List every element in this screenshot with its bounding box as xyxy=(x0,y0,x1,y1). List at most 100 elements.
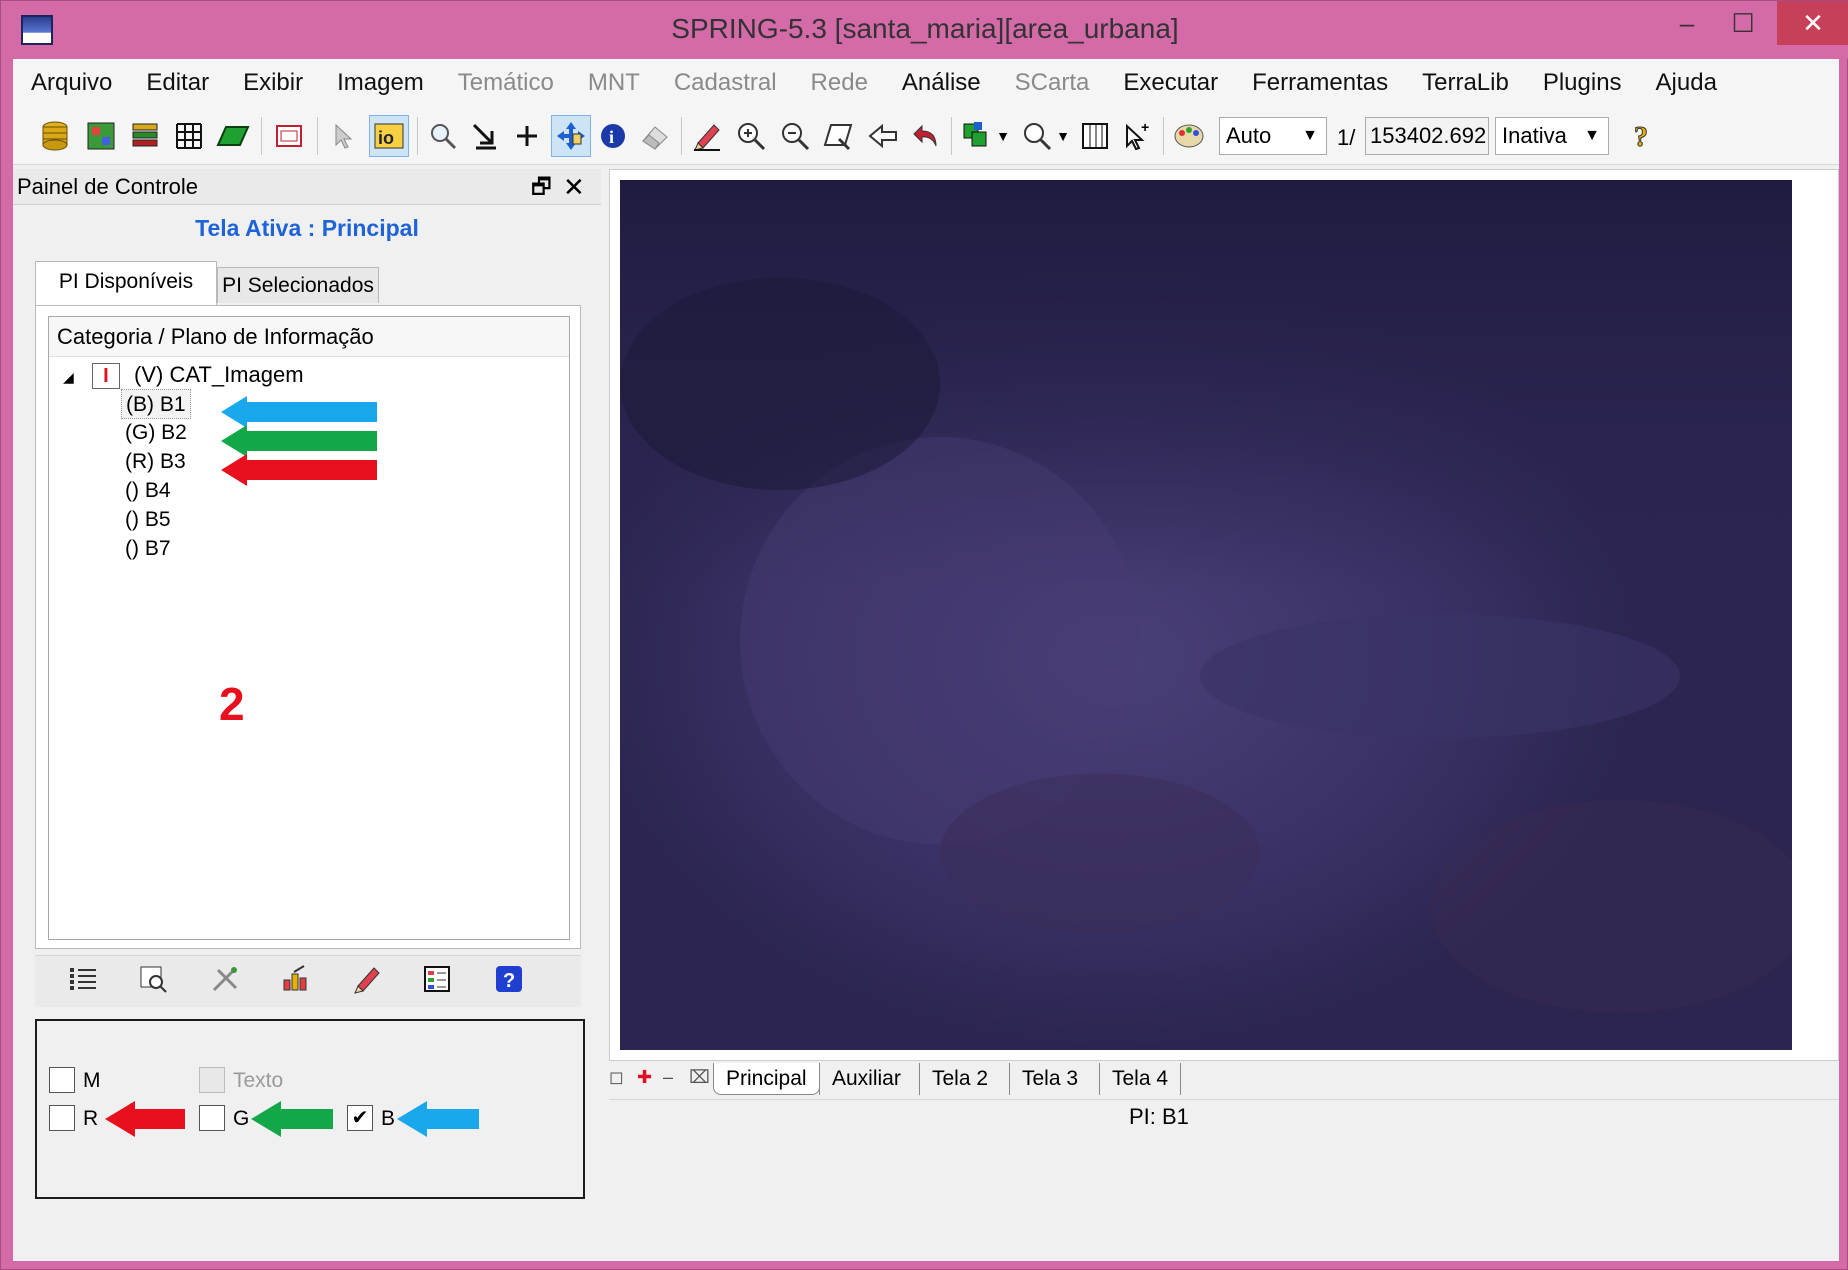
scale-input[interactable]: 153402.692 xyxy=(1365,117,1489,155)
title-bar[interactable]: SPRING-5.3 [santa_maria][area_urbana] – … xyxy=(1,1,1848,59)
state-value: Inativa xyxy=(1502,123,1567,148)
tile-dropdown-icon[interactable]: ▼ xyxy=(993,115,1013,157)
menu-mnt[interactable]: MNT xyxy=(570,69,656,97)
help-icon[interactable]: ? xyxy=(1623,115,1663,157)
add-screen-icon[interactable]: ✚ xyxy=(637,1067,652,1088)
tree-item-b1[interactable]: (B) B1 xyxy=(121,389,191,419)
menu-exibir[interactable]: Exibir xyxy=(225,69,319,97)
checkbox-b[interactable]: ✔ xyxy=(347,1105,373,1131)
legend-icon[interactable] xyxy=(419,964,455,1000)
tree-item-b7[interactable]: () B7 xyxy=(121,534,175,564)
menu-arquivo[interactable]: Arquivo xyxy=(13,69,128,97)
checkbox-texto[interactable] xyxy=(199,1067,225,1093)
menu-scarta[interactable]: SCarta xyxy=(997,69,1106,97)
image-catalog-icon[interactable] xyxy=(81,115,121,157)
plus-icon[interactable] xyxy=(507,115,547,157)
annotation-arrow-green xyxy=(251,1101,333,1137)
main-toolbar: io i ▼ ▼ + Auto ▼ 1/ 153402.692 Inativa … xyxy=(13,107,1839,165)
color-channel-box: M Texto R G ✔ B xyxy=(35,1019,585,1199)
tile-icon[interactable] xyxy=(957,115,997,157)
menu-rede[interactable]: Rede xyxy=(793,69,884,97)
bar-chart-icon[interactable] xyxy=(277,964,313,1000)
status-text: PI: B1 xyxy=(1129,1104,1189,1129)
cursor-icon[interactable] xyxy=(323,115,363,157)
tree-item-b4[interactable]: () B4 xyxy=(121,476,175,506)
checkbox-r[interactable] xyxy=(49,1105,75,1131)
pencil-icon[interactable] xyxy=(687,115,727,157)
undo-icon[interactable] xyxy=(905,115,945,157)
satellite-image[interactable] xyxy=(620,180,1792,1050)
zoom-in-icon[interactable] xyxy=(731,115,771,157)
tab-tela-2[interactable]: Tela 2 xyxy=(919,1063,1000,1095)
map-display[interactable] xyxy=(609,169,1839,1061)
menu-ajuda[interactable]: Ajuda xyxy=(1638,69,1733,97)
tab-auxiliar[interactable]: Auxiliar xyxy=(819,1063,913,1095)
search-icon[interactable] xyxy=(423,115,463,157)
menu-executar[interactable]: Executar xyxy=(1105,69,1234,97)
menu-analise[interactable]: Análise xyxy=(884,69,997,97)
pan-icon[interactable] xyxy=(551,115,591,157)
tab-principal[interactable]: Principal xyxy=(713,1063,820,1095)
panel-header: Painel de Controle 🗗 ✕ xyxy=(13,169,601,205)
expand-triangle-icon[interactable]: ◢ xyxy=(63,369,74,385)
palette-icon[interactable] xyxy=(1169,115,1209,157)
checkbox-texto-label: Texto xyxy=(233,1069,284,1092)
edit-tools-icon[interactable] xyxy=(207,964,243,1000)
eraser-icon[interactable] xyxy=(635,115,675,157)
polygon-icon[interactable] xyxy=(213,115,253,157)
zoom-dropdown-icon[interactable]: ▼ xyxy=(1053,115,1073,157)
tab-tela-3[interactable]: Tela 3 xyxy=(1009,1063,1090,1095)
tab-pi-disponiveis[interactable]: PI Disponíveis xyxy=(35,261,217,305)
back-icon[interactable] xyxy=(863,115,903,157)
tree-item-b3[interactable]: (R) B3 xyxy=(121,447,190,477)
info-icon[interactable]: i xyxy=(593,115,633,157)
frame-icon[interactable] xyxy=(269,115,309,157)
float-icon[interactable]: 🗗 xyxy=(531,169,552,205)
tree-category-node[interactable]: ◢ I (V) CAT_Imagem xyxy=(63,359,304,391)
tree-item-b2[interactable]: (G) B2 xyxy=(121,418,191,448)
menu-terralib[interactable]: TerraLib xyxy=(1404,69,1525,97)
checkbox-m[interactable] xyxy=(49,1067,75,1093)
annotation-arrow-blue xyxy=(221,396,377,428)
close-button[interactable]: ✕ xyxy=(1777,1,1848,45)
layers-icon[interactable] xyxy=(125,115,165,157)
state-select[interactable]: Inativa ▼ xyxy=(1495,117,1609,155)
grid-icon[interactable] xyxy=(169,115,209,157)
pencil-icon[interactable] xyxy=(349,964,385,1000)
menu-plugins[interactable]: Plugins xyxy=(1525,69,1638,97)
maximize-button[interactable]: ☐ xyxy=(1723,1,1763,45)
checkbox-r-label: R xyxy=(83,1107,99,1130)
table-icon[interactable] xyxy=(1075,115,1115,157)
zoom-plane-icon[interactable] xyxy=(135,964,171,1000)
zoom-out-icon[interactable] xyxy=(775,115,815,157)
svg-text:?: ? xyxy=(503,970,515,992)
menu-imagem[interactable]: Imagem xyxy=(319,69,440,97)
annotation-arrow-blue xyxy=(397,1101,479,1137)
help-icon[interactable]: ? xyxy=(491,964,527,1000)
toolbar-separator xyxy=(681,117,682,155)
menu-tematico[interactable]: Temático xyxy=(440,69,570,97)
menu-ferramentas[interactable]: Ferramentas xyxy=(1234,69,1404,97)
scale-mode-select[interactable]: Auto ▼ xyxy=(1219,117,1327,155)
zoom-scale-icon[interactable] xyxy=(1017,115,1057,157)
import-arrow-icon[interactable] xyxy=(465,115,505,157)
menu-cadastral[interactable]: Cadastral xyxy=(656,69,793,97)
scale-mode-value: Auto xyxy=(1226,123,1272,148)
close-screen-icon[interactable]: ⌧ xyxy=(689,1067,710,1088)
select-pointer-icon[interactable]: + xyxy=(1117,115,1157,157)
tree-item-b5[interactable]: () B5 xyxy=(121,505,175,535)
list-icon[interactable] xyxy=(65,964,101,1000)
checkbox-g[interactable] xyxy=(199,1105,225,1131)
database-icon[interactable] xyxy=(35,115,75,157)
tab-tela-4[interactable]: Tela 4 xyxy=(1099,1063,1182,1095)
zoom-area-icon[interactable] xyxy=(819,115,859,157)
toolbar-separator xyxy=(317,117,318,155)
menu-editar[interactable]: Editar xyxy=(128,69,225,97)
restore-icon[interactable]: ◻ xyxy=(609,1067,624,1088)
remove-screen-icon[interactable]: – xyxy=(663,1067,673,1088)
minimize-button[interactable]: – xyxy=(1667,1,1707,45)
tab-pi-selecionados[interactable]: PI Selecionados xyxy=(217,267,379,303)
close-icon[interactable]: ✕ xyxy=(563,169,585,205)
info-pointer-icon[interactable]: io xyxy=(369,115,409,157)
svg-text:+: + xyxy=(1141,120,1149,135)
